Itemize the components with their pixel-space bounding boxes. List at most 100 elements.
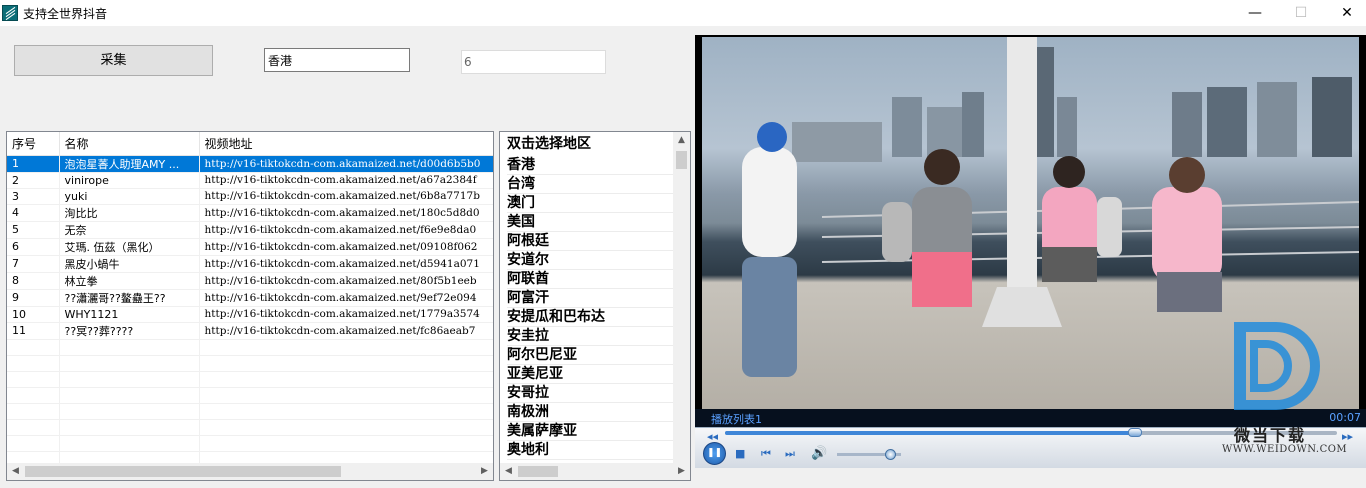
cell-url: http://v16-tiktokcdn-com.akamaized.net/0… (199, 238, 493, 256)
cell-name: WHY1121 (59, 306, 200, 323)
table-row[interactable] (7, 355, 493, 372)
region-list-item[interactable]: 亚美尼亚 (507, 365, 673, 384)
table-row[interactable]: 7 黑皮小蝸牛 http://v16-tiktokcdn-com.akamaized… (7, 255, 493, 273)
region-list-item[interactable]: 阿根廷 (507, 232, 673, 251)
cell-no: 8 (7, 272, 60, 290)
pause-icon: ❚❚ (706, 448, 723, 458)
video-list-grid[interactable]: 序号 名称 视频地址 1 泡泡星萫人助理AMY ... http://v16-tik… (6, 131, 494, 481)
cell-no: 2 (7, 172, 60, 189)
app-icon (2, 5, 18, 21)
scroll-left-arrow-icon[interactable]: ◀ (7, 463, 24, 480)
pause-button[interactable]: ❚❚ (703, 442, 726, 465)
cell-url: http://v16-tiktokcdn-com.akamaized.net/f… (199, 322, 493, 340)
table-row[interactable]: 8 林立拳 http://v16-tiktokcdn-com.akamaized.n… (7, 272, 493, 290)
playlist-label[interactable]: 播放列表1 (711, 411, 762, 427)
cell-no: 7 (7, 255, 60, 273)
minimize-button[interactable]: — (1232, 0, 1278, 26)
region-list-item[interactable]: 香港 (507, 156, 673, 175)
cell-url: http://v16-tiktokcdn-com.akamaized.net/a… (199, 172, 493, 189)
region-list-item[interactable]: 美国 (507, 213, 673, 232)
cell-name: 林立拳 (59, 272, 200, 290)
cell-url: http://v16-tiktokcdn-com.akamaized.net/f… (199, 221, 493, 239)
cell-url (199, 387, 493, 404)
cell-name: 无奈 (59, 221, 200, 239)
maximize-button[interactable]: ☐ (1278, 0, 1324, 26)
count-input[interactable]: 6 (461, 50, 606, 74)
scroll-left-arrow-icon[interactable]: ◀ (500, 463, 517, 480)
region-list-item[interactable]: 台湾 (507, 175, 673, 194)
close-button[interactable]: ✕ (1324, 0, 1366, 26)
table-row[interactable]: 1 泡泡星萫人助理AMY ... http://v16-tiktokcdn-com.… (7, 155, 493, 173)
next-icon[interactable]: ⏭ (785, 447, 795, 461)
cell-no: 9 (7, 289, 60, 307)
cell-no (7, 403, 60, 420)
cell-name (59, 371, 200, 388)
cell-name: 泡泡星萫人助理AMY ... (59, 155, 200, 173)
table-row[interactable] (7, 339, 493, 356)
region-list-item[interactable]: 阿富汗 (507, 289, 673, 308)
cell-name (59, 435, 200, 452)
cell-no: 3 (7, 188, 60, 205)
stop-icon[interactable]: ■ (735, 447, 745, 461)
region-list-vertical-scrollbar[interactable]: ▲ (673, 132, 690, 463)
cell-no (7, 339, 60, 356)
volume-slider[interactable] (837, 449, 901, 460)
region-list-item[interactable]: 美属萨摩亚 (507, 422, 673, 441)
cell-name (59, 339, 200, 356)
scrollbar-thumb[interactable] (676, 151, 687, 169)
region-list-item[interactable]: 安哥拉 (507, 384, 673, 403)
region-list[interactable]: 双击选择地区 香港 台湾 澳门 美国 阿根廷 安道尔 阿联酋 阿富汗 安提瓜和巴布达 安圭拉 阿尔巴… (499, 131, 691, 481)
region-list-item[interactable]: 安道尔 (507, 251, 673, 270)
table-row[interactable]: 11 ??冥??葬???? http://v16-tiktokcdn-com.aka… (7, 322, 493, 340)
scroll-right-arrow-icon[interactable]: ▶ (673, 463, 690, 480)
table-row[interactable] (7, 403, 493, 420)
region-list-item[interactable]: 澳门 (507, 194, 673, 213)
region-list-item[interactable]: 南极洲 (507, 403, 673, 422)
region-list-item[interactable]: 安圭拉 (507, 327, 673, 346)
region-list-item[interactable]: 阿尔巴尼亚 (507, 346, 673, 365)
cell-no: 10 (7, 306, 60, 323)
previous-icon[interactable]: ⏮ (761, 447, 771, 461)
table-row[interactable] (7, 387, 493, 404)
region-list-item[interactable]: 阿联酋 (507, 270, 673, 289)
table-row[interactable]: 5 无奈 http://v16-tiktokcdn-com.akamaized.ne… (7, 221, 493, 239)
grid-horizontal-scrollbar[interactable]: ◀ ▶ (7, 463, 493, 480)
cell-name: ??冥??葬???? (59, 322, 200, 340)
scrollbar-thumb[interactable] (518, 466, 558, 477)
region-list-item[interactable]: 安提瓜和巴布达 (507, 308, 673, 327)
collect-button[interactable]: 采集 (14, 45, 213, 76)
table-row[interactable]: 6 艾瑪. 伍茲（黑化） http://v16-tiktokcdn-com.akam… (7, 238, 493, 256)
cell-name: ??瀟灑哥??鳌蠱王?? (59, 289, 200, 307)
cell-url: http://v16-tiktokcdn-com.akamaized.net/8… (199, 272, 493, 290)
cell-no (7, 435, 60, 452)
scroll-up-arrow-icon[interactable]: ▲ (673, 132, 690, 149)
region-list-item[interactable]: 奥地利 (507, 441, 673, 460)
region-input[interactable]: 香港 (264, 48, 410, 72)
cell-url (199, 419, 493, 436)
table-row[interactable]: 2 vinirope http://v16-tiktokcdn-com.akamai… (7, 172, 493, 189)
table-row[interactable] (7, 435, 493, 452)
column-header-no[interactable]: 序号 (7, 132, 60, 156)
cell-no (7, 419, 60, 436)
table-row[interactable] (7, 419, 493, 436)
cell-no (7, 387, 60, 404)
table-row[interactable]: 3 yuki http://v16-tiktokcdn-com.akamaized.… (7, 188, 493, 205)
table-row[interactable]: 4 洵比比 http://v16-tiktokcdn-com.akamaized.n… (7, 204, 493, 222)
column-header-url[interactable]: 视频地址 (199, 132, 493, 156)
scrollbar-thumb[interactable] (25, 466, 341, 477)
table-row[interactable]: 9 ??瀟灑哥??鳌蠱王?? http://v16-tiktokcdn-com.ak… (7, 289, 493, 307)
region-list-horizontal-scrollbar[interactable]: ◀ ▶ (500, 463, 690, 480)
seek-progress (725, 431, 1136, 435)
cell-no: 1 (7, 155, 60, 173)
volume-icon[interactable]: 🔊 (811, 447, 827, 461)
column-header-name[interactable]: 名称 (59, 132, 200, 156)
region-list-header: 双击选择地区 (507, 136, 591, 152)
cell-no: 5 (7, 221, 60, 239)
cell-url (199, 435, 493, 452)
seek-handle[interactable] (1128, 428, 1143, 437)
cell-name: 艾瑪. 伍茲（黑化） (59, 238, 200, 256)
watermark-en-text: WWW.WEIDOWN.COM (1222, 444, 1348, 455)
scroll-right-arrow-icon[interactable]: ▶ (476, 463, 493, 480)
table-row[interactable]: 10 WHY1121 http://v16-tiktokcdn-com.akamai… (7, 306, 493, 323)
table-row[interactable] (7, 371, 493, 388)
